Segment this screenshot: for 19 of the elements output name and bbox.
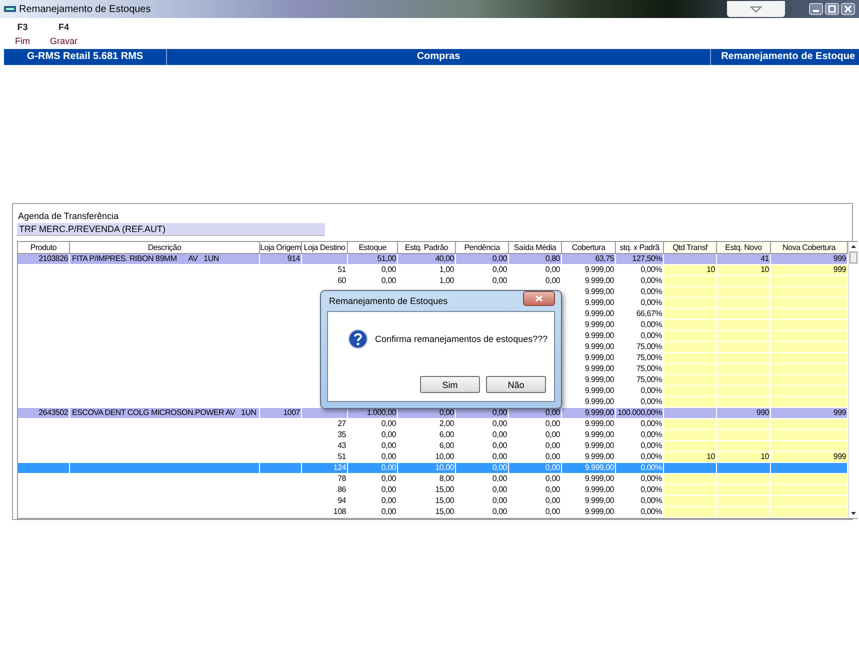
header-label: G-RMS Retail 5.681 RMS — [4, 49, 167, 65]
window-title: Remanejamento de Estoques — [19, 4, 152, 14]
dialog-title: Remanejamento de Estoques — [328, 296, 449, 306]
field-label: Agenda de Transferência — [18, 211, 120, 221]
table-cell: 108 — [302, 507, 348, 518]
table-cell: 0,00 — [456, 507, 509, 518]
table-cell: 10 — [664, 265, 717, 276]
table-cell: 10 — [717, 265, 771, 276]
header-label: Compras — [167, 49, 711, 65]
table-cell: 999 — [771, 452, 848, 463]
table-cell: 0,00 — [509, 507, 562, 518]
table-cell: 0,00 — [348, 507, 398, 518]
dialog-message: Confirma remanejamentos de estoques??? — [375, 334, 548, 344]
header-label: Remanejamento de Estoque — [720, 50, 856, 64]
table-cell: 15,00 — [398, 507, 456, 518]
table-cell: 10 — [664, 452, 717, 463]
table-cell: 10 — [717, 452, 771, 463]
table-cell: 999 — [771, 265, 848, 276]
table-cell: 9.999,00 — [562, 507, 616, 518]
